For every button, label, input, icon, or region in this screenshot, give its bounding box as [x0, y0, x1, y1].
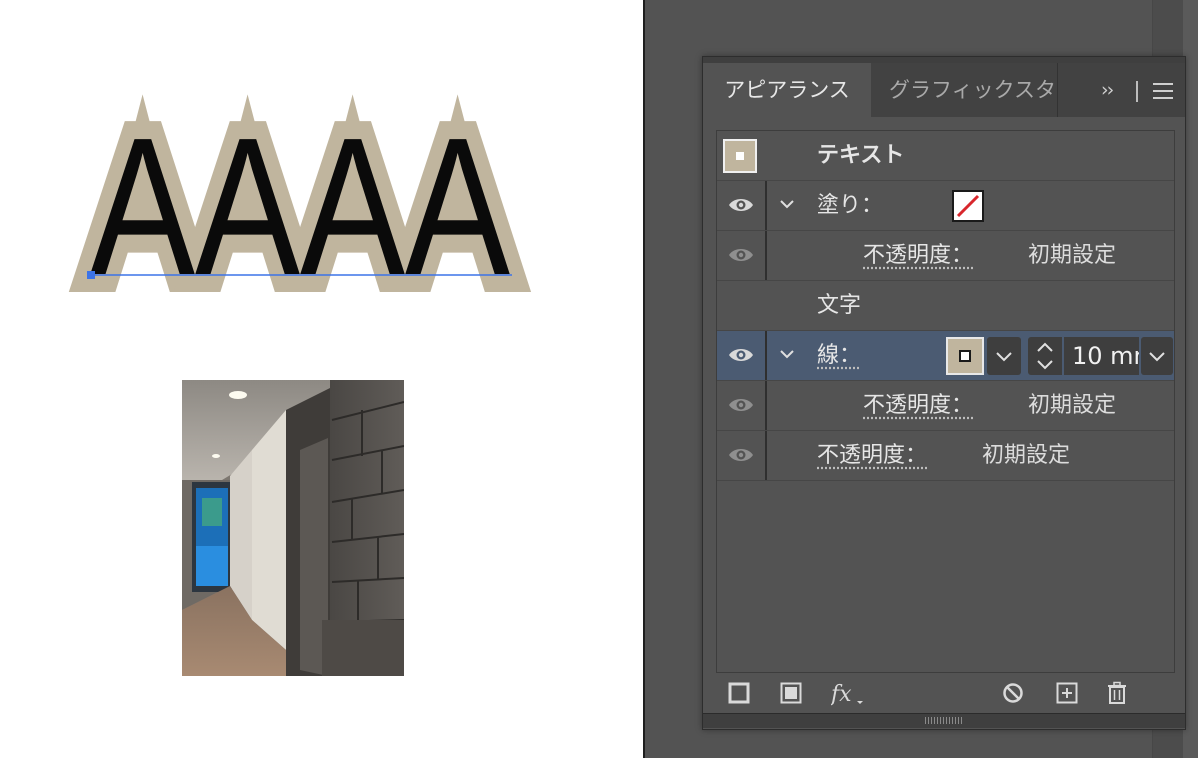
art-text-object[interactable]: AAAA AAAA [0, 0, 643, 330]
row-text-label: テキスト [817, 143, 905, 168]
panel-tab-bar: アピアランス グラフィックスタ ›› [703, 63, 1185, 117]
panel-menu-icon[interactable] [1153, 83, 1173, 99]
appearance-row-stroke-opacity[interactable]: 不透明度： 初期設定 [717, 381, 1174, 431]
trash-icon[interactable] [1105, 681, 1129, 705]
fx-label: fx [831, 682, 852, 707]
artboard[interactable]: AAAA AAAA [0, 0, 643, 758]
eye-icon[interactable] [717, 331, 764, 380]
row-divider [765, 181, 767, 230]
stroke-width-stepper[interactable] [1028, 337, 1062, 375]
resize-grip-icon[interactable] [925, 717, 963, 724]
tab-separator [1057, 63, 1058, 117]
text-anchor-point[interactable] [87, 271, 95, 279]
add-stroke-icon[interactable] [727, 681, 751, 705]
appearance-panel: アピアランス グラフィックスタ ›› テキスト 塗り： 不透明度： 初期設定 文… [702, 56, 1186, 730]
appearance-row-fill[interactable]: 塗り： [717, 181, 1174, 231]
row-divider [765, 381, 767, 430]
row-characters-label: 文字 [817, 293, 862, 318]
text-fill: AAAA [90, 97, 510, 316]
duplicate-item-icon[interactable] [1055, 681, 1079, 705]
appearance-row-fill-opacity[interactable]: 不透明度： 初期設定 [717, 231, 1174, 281]
chevron-down-icon[interactable] [778, 345, 796, 367]
fill-opacity-link[interactable]: 不透明度： [863, 231, 973, 280]
opacity-link[interactable]: 不透明度： [817, 431, 927, 480]
add-fill-icon[interactable] [779, 681, 803, 705]
row-divider [765, 231, 767, 280]
fill-opacity-value: 初期設定 [1028, 243, 1117, 268]
tab-appearance[interactable]: アピアランス [703, 63, 871, 117]
stroke-width-input[interactable]: 10 mm [1064, 337, 1139, 375]
eye-icon[interactable] [717, 181, 764, 230]
tab-bar-divider [1136, 81, 1138, 102]
appearance-row-stroke[interactable]: 線： 10 mm [717, 331, 1174, 381]
clear-appearance-icon[interactable] [1001, 681, 1025, 705]
stroke-width-dropdown[interactable] [1141, 337, 1173, 375]
more-tabs-icon[interactable]: ›› [1101, 63, 1114, 117]
eye-icon[interactable] [717, 381, 764, 430]
stroke-color-swatch[interactable] [946, 337, 984, 375]
chevron-down-icon[interactable] [778, 195, 796, 217]
appearance-row-characters[interactable]: 文字 [717, 281, 1174, 331]
panel-bottom-toolbar: fx [703, 671, 1185, 715]
row-fill-label: 塗り： [817, 193, 884, 218]
stroke-color-dropdown[interactable] [987, 337, 1021, 375]
eye-icon[interactable] [717, 231, 764, 280]
tab-graphic-styles[interactable]: グラフィックスタ [873, 63, 1057, 117]
stroke-link[interactable]: 線： [817, 331, 861, 380]
placed-photo-hallway[interactable] [182, 380, 404, 676]
panel-resize-bar[interactable] [703, 713, 1185, 728]
row-divider [765, 331, 767, 380]
stroke-opacity-link[interactable]: 不透明度： [863, 381, 973, 430]
eye-icon[interactable] [717, 431, 764, 480]
appearance-row-opacity[interactable]: 不透明度： 初期設定 [717, 431, 1174, 481]
fill-none-swatch[interactable] [952, 190, 984, 222]
stroke-opacity-value: 初期設定 [1028, 393, 1117, 418]
text-object-thumbnail [723, 139, 757, 173]
row-divider [765, 431, 767, 480]
appearance-row-text[interactable]: テキスト [717, 131, 1174, 181]
appearance-list: テキスト 塗り： 不透明度： 初期設定 文字 線： 10 m 不透明度： 初期設… [716, 130, 1175, 673]
opacity-value: 初期設定 [982, 443, 1071, 468]
fx-icon[interactable]: fx [829, 681, 865, 707]
